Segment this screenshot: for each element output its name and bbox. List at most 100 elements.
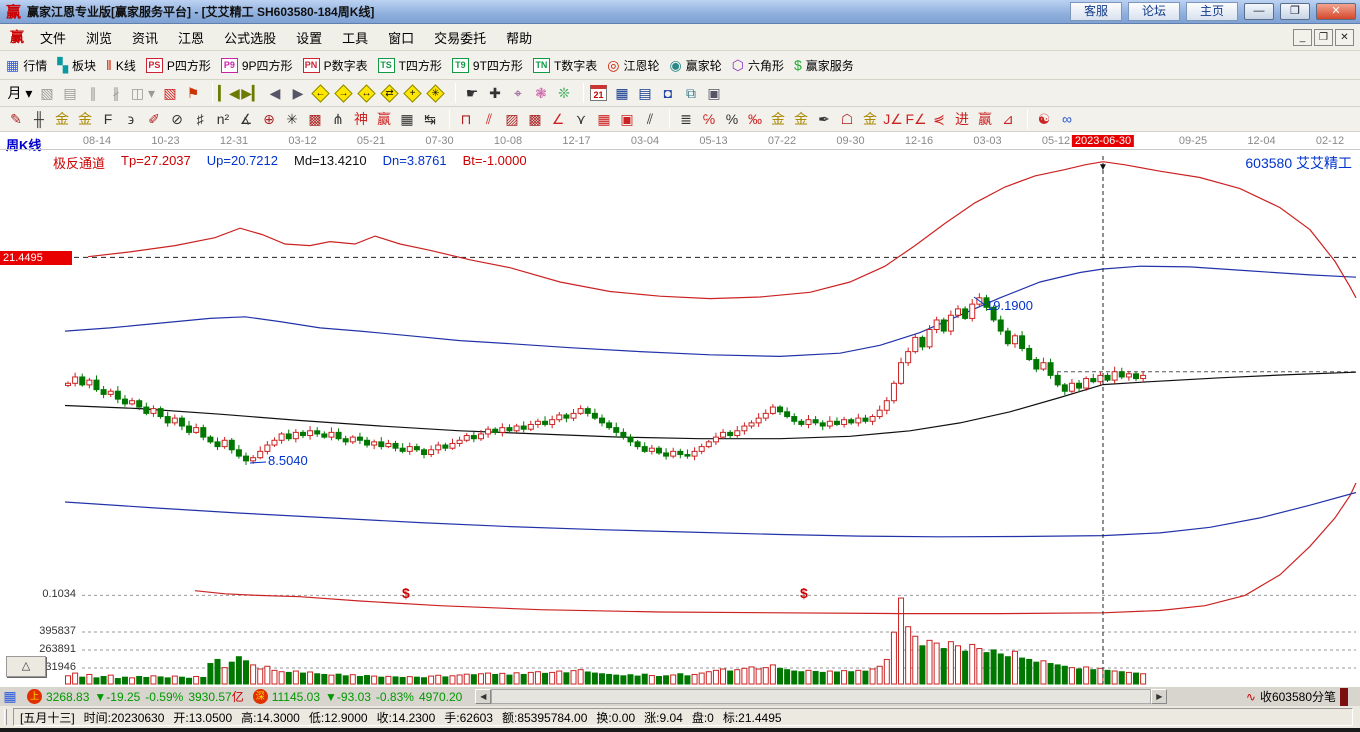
infinity-icon[interactable]: ∞ (1057, 109, 1077, 129)
menu-浏览[interactable]: 浏览 (76, 25, 122, 50)
kline-button[interactable]: ‖ K线 (106, 57, 136, 74)
kline-chart-area[interactable]: ▼ 19.1900 8.5040 $ $ 周K线 08-14 10-23 12-31 03-1… (0, 132, 1360, 686)
gold-grid-icon[interactable]: 金 (52, 109, 72, 129)
menu-资讯[interactable]: 资讯 (122, 25, 168, 50)
scroll-left-button[interactable]: ◀ (475, 689, 492, 704)
measure-icon[interactable]: ⌖ (508, 83, 528, 103)
compass-icon[interactable]: ⊕ (259, 109, 279, 129)
mdi-restore-button[interactable]: ❐ (1314, 28, 1333, 46)
close-button[interactable]: ✕ (1316, 3, 1356, 20)
h-measure-icon[interactable]: ↹ (420, 109, 440, 129)
smart-green-icon[interactable]: ❊ (554, 83, 574, 103)
spiral-icon[interactable]: ϶ (121, 109, 141, 129)
p-number-button[interactable]: PN P数字表 (302, 57, 368, 74)
angle2-icon[interactable]: ∠ (548, 109, 568, 129)
menu-交易委托[interactable]: 交易委托 (424, 25, 496, 50)
share-icon[interactable]: ⧉ (681, 83, 701, 103)
percent-icon[interactable]: % (722, 109, 742, 129)
box-star-icon[interactable]: ▩ (305, 109, 325, 129)
print-icon[interactable]: ▣ (704, 83, 724, 103)
9p-square-button[interactable]: P9 9P四方形 (220, 57, 293, 74)
menu-公式选股[interactable]: 公式选股 (214, 25, 286, 50)
scroll-right-button[interactable]: ▶ (1151, 689, 1168, 704)
sectors-button[interactable]: ▚ 板块 (57, 57, 96, 74)
prev-icon[interactable]: ◀ (265, 83, 285, 103)
t-number-button[interactable]: TN T数字表 (532, 57, 597, 74)
mdi-minimize-button[interactable]: _ (1293, 28, 1312, 46)
wave-icon[interactable]: ⋎ (571, 109, 591, 129)
calendar-icon[interactable]: 21 (590, 85, 607, 101)
grid-red2-icon[interactable]: ▣ (617, 109, 637, 129)
kline-chart-canvas[interactable]: ▼ 19.1900 8.5040 $ $ (0, 132, 1360, 686)
drag-hand-icon[interactable]: ☛ (462, 83, 482, 103)
bars-small-icon[interactable]: ∥ (83, 83, 103, 103)
shift-left-icon[interactable]: ← (311, 83, 330, 103)
rays-icon[interactable]: ⫽ (479, 109, 499, 129)
calculator-icon[interactable]: ▦ (612, 83, 632, 103)
quote-grid-icon[interactable]: ▦ (0, 687, 20, 707)
chart-h-scrollbar[interactable]: ◀ ▶ (475, 689, 1168, 704)
winner-wheel-button[interactable]: ◉ 赢家轮 (670, 57, 722, 74)
menu-江恩[interactable]: 江恩 (168, 25, 214, 50)
box-x-icon[interactable]: ▨ (502, 109, 522, 129)
four-angle-icon[interactable]: ⊿ (998, 109, 1018, 129)
mdi-close-button[interactable]: ✕ (1335, 28, 1354, 46)
t-square-button[interactable]: TS T四方形 (377, 57, 442, 74)
last-page-icon[interactable]: ▶▎ (241, 83, 263, 103)
draw-pen-icon[interactable]: ✎ (6, 109, 26, 129)
pen2-icon[interactable]: ✐ (144, 109, 164, 129)
ying-icon[interactable]: 赢 (374, 109, 394, 129)
homepage-button[interactable]: 主页 (1186, 2, 1238, 21)
restore-button[interactable]: ❐ (1280, 3, 1310, 20)
expand-pane-button[interactable]: △ (6, 656, 46, 677)
info-icon[interactable]: ▤ (60, 83, 80, 103)
menu-帮助[interactable]: 帮助 (496, 25, 542, 50)
percent-line-icon[interactable]: ℅ (699, 109, 719, 129)
expand-all-icon[interactable]: + (403, 83, 422, 103)
grid-tool-icon[interactable]: ╫ (29, 109, 49, 129)
compress-h-icon[interactable]: ⇄ (380, 83, 399, 103)
box-open-icon[interactable]: ⊓ (456, 109, 476, 129)
ying2-icon[interactable]: 赢 (975, 109, 995, 129)
ruler-grid-icon[interactable]: ▦ (397, 109, 417, 129)
menu-设置[interactable]: 设置 (286, 25, 332, 50)
quotes-button[interactable]: ▦ 行情 (6, 57, 47, 74)
p-square-button[interactable]: PS P四方形 (145, 57, 211, 74)
menu-工具[interactable]: 工具 (332, 25, 378, 50)
yinyang-icon[interactable]: ☯ (1034, 109, 1054, 129)
candle-style-dropdown[interactable]: ◫ ▾ (129, 83, 157, 103)
bars-small2-icon[interactable]: ∦ (106, 83, 126, 103)
compress-all-icon[interactable]: ✳ (426, 83, 445, 103)
brush-icon[interactable]: ✒ (814, 109, 834, 129)
crosshair-icon[interactable]: ✚ (485, 83, 505, 103)
period-dropdown[interactable]: 月 ▾ (6, 83, 34, 103)
pattern-icon[interactable]: ▧ (160, 83, 180, 103)
next-icon[interactable]: ▶ (288, 83, 308, 103)
fork-icon[interactable]: ⋔ (328, 109, 348, 129)
hexagon-button[interactable]: ⬡ 六角形 (732, 57, 784, 74)
awave-icon[interactable]: ☖ (837, 109, 857, 129)
slashes-icon[interactable]: ⫽ (640, 109, 660, 129)
gold-angle-icon[interactable]: 金 (860, 109, 880, 129)
angle-icon[interactable]: ∡ (236, 109, 256, 129)
speed-line-icon[interactable]: ⋞ (929, 109, 949, 129)
gold-circle-icon[interactable]: 金 (768, 109, 788, 129)
advance-icon[interactable]: 进 (952, 109, 972, 129)
gann-wheel-button[interactable]: ◎ 江恩轮 (607, 57, 659, 74)
save-icon[interactable]: ◘ (658, 83, 678, 103)
levels-icon[interactable]: ≣ (676, 109, 696, 129)
flag-icon[interactable]: ⚑ (183, 83, 203, 103)
expand-h-icon[interactable]: ↔ (357, 83, 376, 103)
customer-service-button[interactable]: 客服 (1070, 2, 1122, 21)
f-angle-icon[interactable]: F∠ (905, 109, 926, 129)
n2-icon[interactable]: n² (213, 109, 233, 129)
gold-line-icon[interactable]: 金 (791, 109, 811, 129)
shen-icon[interactable]: 神 (351, 109, 371, 129)
first-page-icon[interactable]: ▎◀ (218, 83, 240, 103)
menu-窗口[interactable]: 窗口 (378, 25, 424, 50)
circle-slash-icon[interactable]: ⊘ (167, 109, 187, 129)
shift-right-icon[interactable]: → (334, 83, 353, 103)
notepad-icon[interactable]: ▤ (635, 83, 655, 103)
j-angle-icon[interactable]: J∠ (883, 109, 903, 129)
9t-square-button[interactable]: T9 9T四方形 (451, 57, 523, 74)
